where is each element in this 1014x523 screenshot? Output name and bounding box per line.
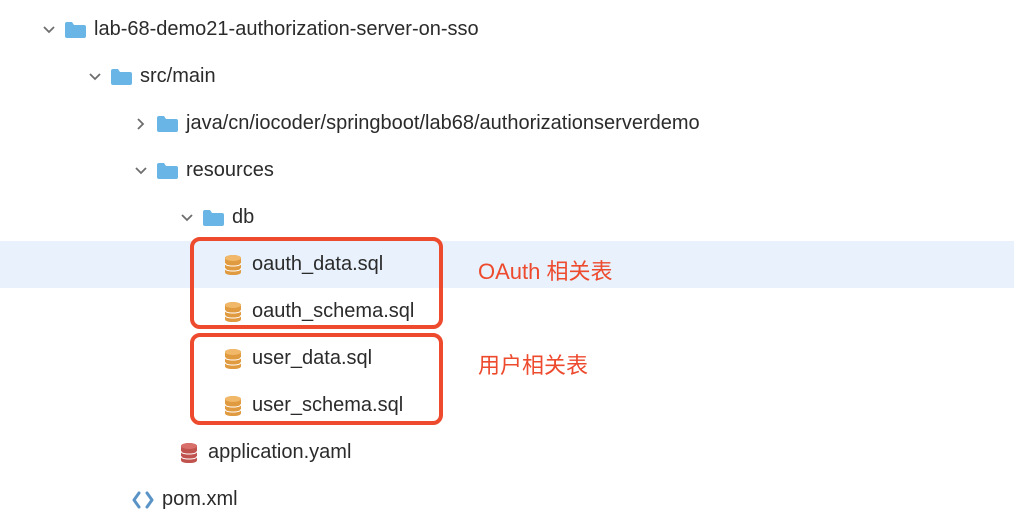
tree-folder-resources[interactable]: resources: [0, 147, 1014, 194]
folder-icon: [202, 207, 224, 229]
tree-label: pom.xml: [162, 488, 238, 511]
folder-icon: [156, 113, 178, 135]
tree-label: java/cn/iocoder/springboot/lab68/authori…: [186, 112, 700, 135]
tree-label: oauth_data.sql: [252, 253, 383, 276]
tree-file-pom[interactable]: pom.xml: [0, 476, 1014, 523]
tree-folder-db[interactable]: db: [0, 194, 1014, 241]
folder-icon: [110, 66, 132, 88]
database-icon: [222, 395, 244, 417]
tree-label: user_data.sql: [252, 347, 372, 370]
xml-icon: [132, 489, 154, 511]
tree-file-oauth-schema[interactable]: oauth_schema.sql: [0, 288, 1014, 335]
annotation-oauth-label: OAuth 相关表: [478, 254, 612, 286]
chevron-down-icon[interactable]: [132, 162, 150, 180]
yaml-icon: [178, 442, 200, 464]
chevron-down-icon[interactable]: [40, 21, 58, 39]
database-icon: [222, 348, 244, 370]
database-icon: [222, 301, 244, 323]
tree-label: application.yaml: [208, 441, 351, 464]
annotation-user-label: 用户相关表: [478, 348, 588, 380]
tree-file-user-schema[interactable]: user_schema.sql: [0, 382, 1014, 429]
folder-icon: [64, 19, 86, 41]
tree-label: resources: [186, 159, 274, 182]
folder-icon: [156, 160, 178, 182]
tree-label: lab-68-demo21-authorization-server-on-ss…: [94, 18, 479, 41]
tree-label: oauth_schema.sql: [252, 300, 414, 323]
tree-label: db: [232, 206, 254, 229]
chevron-down-icon[interactable]: [178, 209, 196, 227]
database-icon: [222, 254, 244, 276]
tree-label: src/main: [140, 65, 216, 88]
tree-folder-java-pkg[interactable]: java/cn/iocoder/springboot/lab68/authori…: [0, 100, 1014, 147]
chevron-down-icon[interactable]: [86, 68, 104, 86]
tree-folder-root[interactable]: lab-68-demo21-authorization-server-on-ss…: [0, 6, 1014, 53]
tree-file-application-yaml[interactable]: application.yaml: [0, 429, 1014, 476]
tree-folder-src-main[interactable]: src/main: [0, 53, 1014, 100]
tree-label: user_schema.sql: [252, 394, 403, 417]
chevron-right-icon[interactable]: [132, 115, 150, 133]
